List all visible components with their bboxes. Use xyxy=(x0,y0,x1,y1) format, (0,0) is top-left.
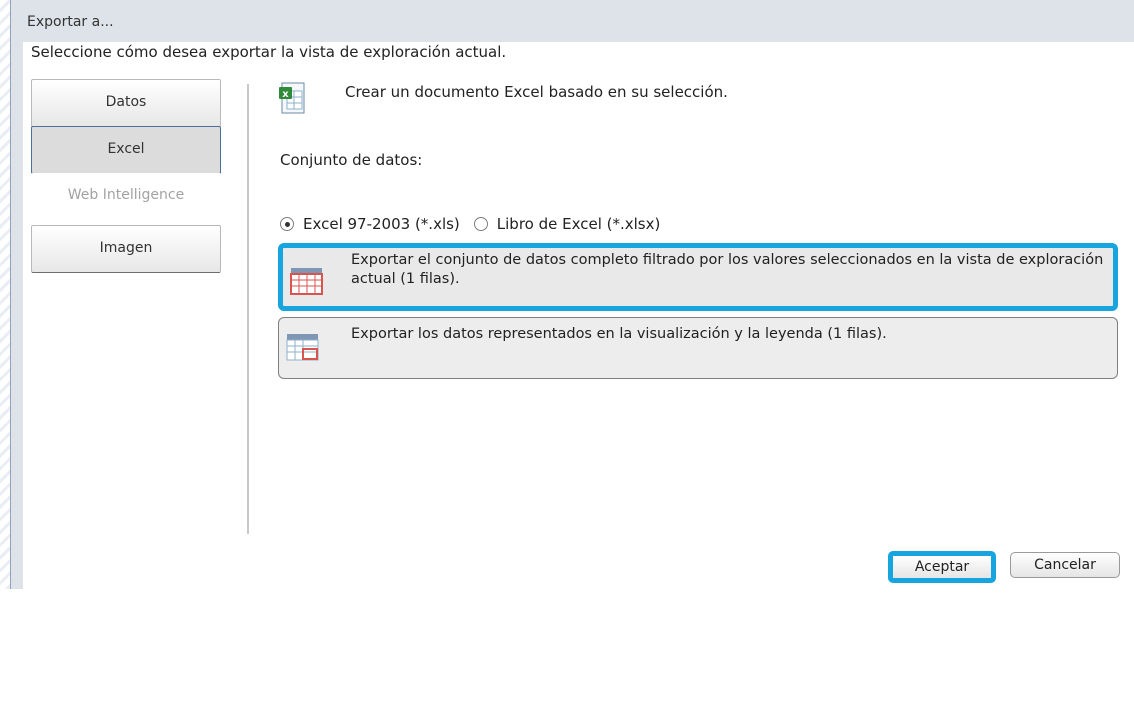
format-radio-group: Excel 97-2003 (*.xls) Libro de Excel (*.… xyxy=(280,215,674,233)
vertical-divider xyxy=(247,84,249,534)
nav-excel-label: Excel xyxy=(107,141,145,157)
dataset-label: Conjunto de datos: xyxy=(280,151,423,169)
export-full-dataset-text: Exportar el conjunto de datos completo f… xyxy=(351,252,1104,287)
nav-imagen-button[interactable]: Imagen xyxy=(31,225,221,273)
format-xls-radio[interactable] xyxy=(280,217,294,231)
dialog-content: Seleccione cómo desea exportar la vista … xyxy=(23,42,1134,704)
cancel-button[interactable]: Cancelar xyxy=(1010,552,1120,578)
export-visualization-option[interactable]: Exportar los datos representados en la v… xyxy=(278,317,1118,379)
dialog-title: Exportar a... xyxy=(27,14,114,30)
accept-button[interactable]: Aceptar xyxy=(888,551,996,583)
nav-web-intelligence-button: Web Intelligence xyxy=(31,173,221,221)
format-xls-label[interactable]: Excel 97-2003 (*.xls) xyxy=(303,215,460,233)
full-table-icon xyxy=(290,268,323,295)
excel-file-icon: x xyxy=(279,82,305,114)
export-full-dataset-option[interactable]: Exportar el conjunto de datos completo f… xyxy=(278,243,1118,311)
excel-description: Crear un documento Excel basado en su se… xyxy=(345,83,728,101)
nav-excel-button[interactable]: Excel xyxy=(31,126,221,174)
nav-imagen-label: Imagen xyxy=(99,240,153,256)
format-xlsx-radio[interactable] xyxy=(473,217,488,231)
partial-table-icon xyxy=(286,334,319,361)
instruction-text: Seleccione cómo desea exportar la vista … xyxy=(31,43,507,61)
export-visualization-text: Exportar los datos representados en la v… xyxy=(351,326,887,342)
svg-text:x: x xyxy=(282,89,289,100)
nav-datos-label: Datos xyxy=(105,94,147,110)
nav-datos-button[interactable]: Datos xyxy=(31,79,221,127)
format-xlsx-label[interactable]: Libro de Excel (*.xlsx) xyxy=(497,215,661,233)
nav-web-intelligence-label: Web Intelligence xyxy=(67,187,185,203)
export-dialog: Exportar a... Seleccione cómo desea expo… xyxy=(10,0,1134,704)
